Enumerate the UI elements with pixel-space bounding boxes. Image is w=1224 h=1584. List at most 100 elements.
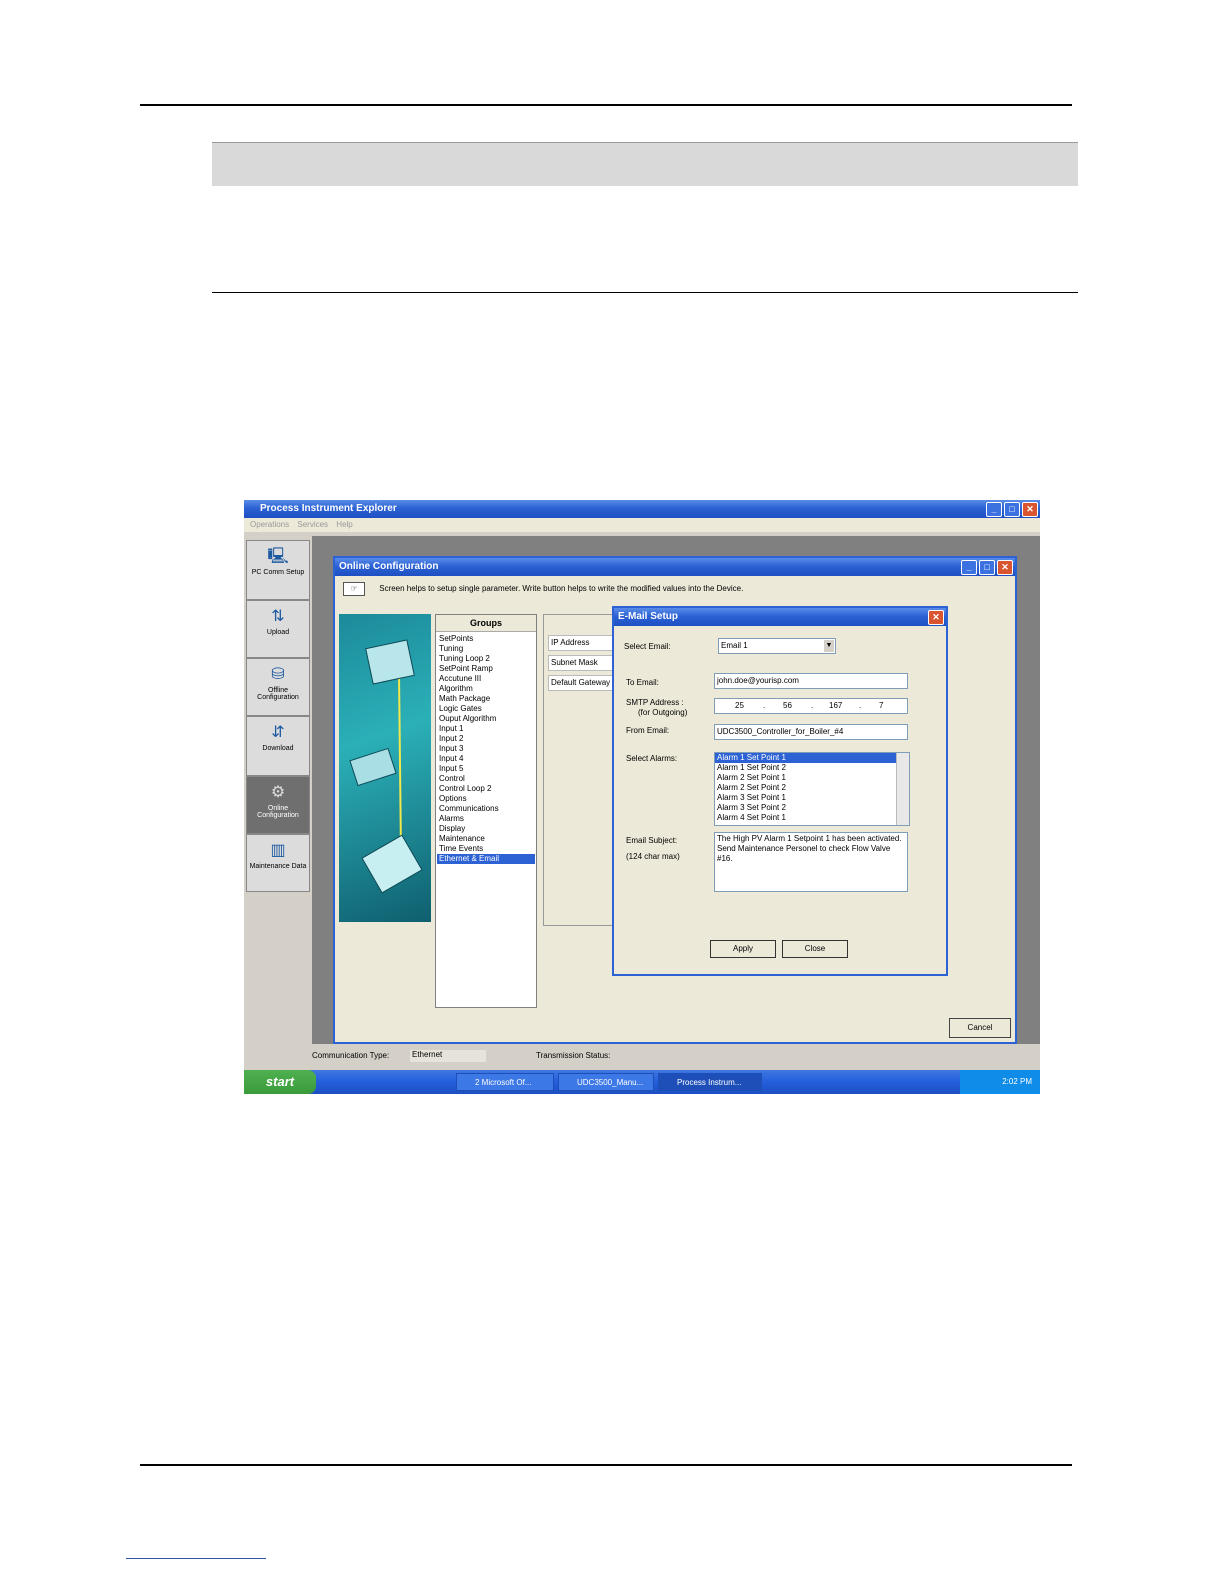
alarm-item[interactable]: Alarm 1 Set Point 2 (715, 763, 909, 773)
group-item[interactable]: Input 5 (437, 764, 535, 774)
sidebar-item-label: PC Comm Setup (251, 569, 305, 576)
header-rule (140, 104, 1072, 106)
pointing-hand-icon: ☞ (343, 582, 365, 596)
sidebar-item-label: Offline Configuration (257, 687, 299, 701)
group-item[interactable]: Tuning (437, 644, 535, 654)
apply-button[interactable]: Apply (710, 940, 776, 958)
email-subject-sublabel: (124 char max) (626, 852, 680, 861)
menu-help[interactable]: Help (336, 520, 352, 529)
sidebar-item-label: Maintenance Data (249, 863, 307, 870)
close-icon[interactable]: ✕ (928, 610, 944, 625)
smtp-octet: 7 (879, 701, 884, 710)
screenshot-figure: Process Instrument Explorer _ □ ✕ Operat… (244, 500, 1040, 1094)
group-item[interactable]: Input 4 (437, 754, 535, 764)
online-config-icon: ⚙ (270, 784, 286, 801)
sidebar-item-upload[interactable]: ⇅ Upload (246, 600, 310, 658)
smtp-address-label: SMTP Address : (626, 698, 684, 707)
start-label: start (265, 1074, 295, 1089)
decorative-illustration (339, 614, 431, 922)
hint-text: Screen helps to setup single parameter. … (379, 584, 744, 594)
start-button[interactable]: start (244, 1070, 316, 1094)
alarm-item[interactable]: Alarm 3 Set Point 2 (715, 803, 909, 813)
maximize-icon[interactable]: □ (1004, 502, 1020, 517)
sidebar-item-pc-comm-setup[interactable]: 🖳 PC Comm Setup (246, 540, 310, 600)
communication-type-label: Communication Type: (312, 1051, 390, 1060)
sidebar-item-maintenance-data[interactable]: ▥ Maintenance Data (246, 834, 310, 892)
group-item[interactable]: Communications (437, 804, 535, 814)
menu-services[interactable]: Services (297, 520, 328, 529)
communication-type-value: Ethernet (410, 1050, 486, 1062)
sidebar-item-online-configuration[interactable]: ⚙ Online Configuration (246, 776, 310, 834)
group-item[interactable]: Tuning Loop 2 (437, 654, 535, 664)
footnote-rule (126, 1558, 266, 1559)
group-item[interactable]: Options (437, 794, 535, 804)
sidebar-item-label: Online Configuration (257, 805, 299, 819)
email-setup-dialog: E-Mail Setup ✕ Select Email: Email 1 ▼ T… (612, 606, 948, 976)
alarm-item-selected[interactable]: Alarm 1 Set Point 1 (715, 753, 909, 763)
minimize-icon[interactable]: _ (986, 502, 1002, 517)
alarm-item[interactable]: Alarm 2 Set Point 1 (715, 773, 909, 783)
group-item[interactable]: Maintenance (437, 834, 535, 844)
sidebar-item-label: Download (262, 745, 294, 752)
email-setup-title-bar: E-Mail Setup ✕ (614, 608, 946, 626)
download-icon: ⇵ (271, 724, 285, 741)
close-icon[interactable]: ✕ (997, 560, 1013, 575)
taskbar-item[interactable]: 2 Microsoft Of... (456, 1073, 554, 1091)
menu-operations[interactable]: Operations (250, 520, 289, 529)
computer-network-icon: 🖳 (267, 548, 289, 565)
transmission-status-label: Transmission Status: (536, 1051, 611, 1060)
app-title: Process Instrument Explorer (260, 503, 397, 514)
groups-list[interactable]: Groups SetPoints Tuning Tuning Loop 2 Se… (435, 614, 537, 1008)
to-email-field[interactable]: john.doe@yourisp.com (714, 673, 908, 689)
maximize-icon[interactable]: □ (979, 560, 995, 575)
smtp-address-sublabel: (for Outgoing) (638, 708, 688, 717)
alarm-item[interactable]: Alarm 2 Set Point 2 (715, 783, 909, 793)
close-icon[interactable]: ✕ (1022, 502, 1038, 517)
alarms-scrollbar[interactable] (896, 753, 909, 825)
alarm-item[interactable]: Alarm 3 Set Point 1 (715, 793, 909, 803)
close-button[interactable]: Close (782, 940, 848, 958)
email-subject-field[interactable]: The High PV Alarm 1 Setpoint 1 has been … (714, 832, 908, 892)
smtp-octet: 56 (783, 701, 792, 710)
taskbar-item[interactable]: UDC3500_Manu... (558, 1073, 654, 1091)
online-config-title: Online Configuration (339, 561, 439, 572)
section-heading-bar (212, 142, 1078, 186)
online-config-title-bar: Online Configuration _ □ ✕ (335, 558, 1015, 576)
group-item[interactable]: Time Events (437, 844, 535, 854)
taskbar-item-active[interactable]: Process Instrum... (658, 1073, 762, 1091)
group-item[interactable]: Algorithm (437, 684, 535, 694)
main-title-bar: Process Instrument Explorer _ □ ✕ (244, 500, 1040, 518)
from-email-field[interactable]: UDC3500_Controller_for_Boiler_#4 (714, 724, 908, 740)
group-item[interactable]: Control Loop 2 (437, 784, 535, 794)
select-email-dropdown[interactable]: Email 1 ▼ (718, 638, 836, 654)
computer-device-illustration (349, 639, 423, 894)
group-item[interactable]: Alarms (437, 814, 535, 824)
group-item[interactable]: Ouput Algorithm (437, 714, 535, 724)
group-item[interactable]: SetPoints (437, 634, 535, 644)
group-item[interactable]: Display (437, 824, 535, 834)
group-item[interactable]: Logic Gates (437, 704, 535, 714)
sidebar-item-offline-configuration[interactable]: ⛁ Offline Configuration (246, 658, 310, 716)
minimize-icon[interactable]: _ (961, 560, 977, 575)
section-rule (212, 292, 1078, 293)
chevron-down-icon[interactable]: ▼ (824, 640, 834, 652)
group-item[interactable]: Accutune III (437, 674, 535, 684)
select-alarms-label: Select Alarms: (626, 754, 678, 763)
cancel-button[interactable]: Cancel (949, 1018, 1011, 1038)
group-item[interactable]: Input 3 (437, 744, 535, 754)
sidebar: 🖳 PC Comm Setup ⇅ Upload ⛁ Offline Confi… (244, 536, 310, 1032)
select-email-value: Email 1 (721, 641, 748, 650)
group-item[interactable]: Input 1 (437, 724, 535, 734)
group-item-selected[interactable]: Ethernet & Email (437, 854, 535, 864)
alarm-item[interactable]: Alarm 4 Set Point 1 (715, 813, 909, 823)
smtp-address-field[interactable]: 25 . 56 . 167 . 7 (714, 698, 908, 714)
footer-rule (140, 1464, 1072, 1466)
alarms-list[interactable]: Alarm 1 Set Point 1 Alarm 1 Set Point 2 … (714, 752, 910, 826)
system-tray: 2:02 PM (960, 1070, 1040, 1094)
group-item[interactable]: Math Package (437, 694, 535, 704)
group-item[interactable]: Control (437, 774, 535, 784)
sidebar-item-download[interactable]: ⇵ Download (246, 716, 310, 776)
from-email-label: From Email: (626, 726, 670, 735)
group-item[interactable]: SetPoint Ramp (437, 664, 535, 674)
group-item[interactable]: Input 2 (437, 734, 535, 744)
